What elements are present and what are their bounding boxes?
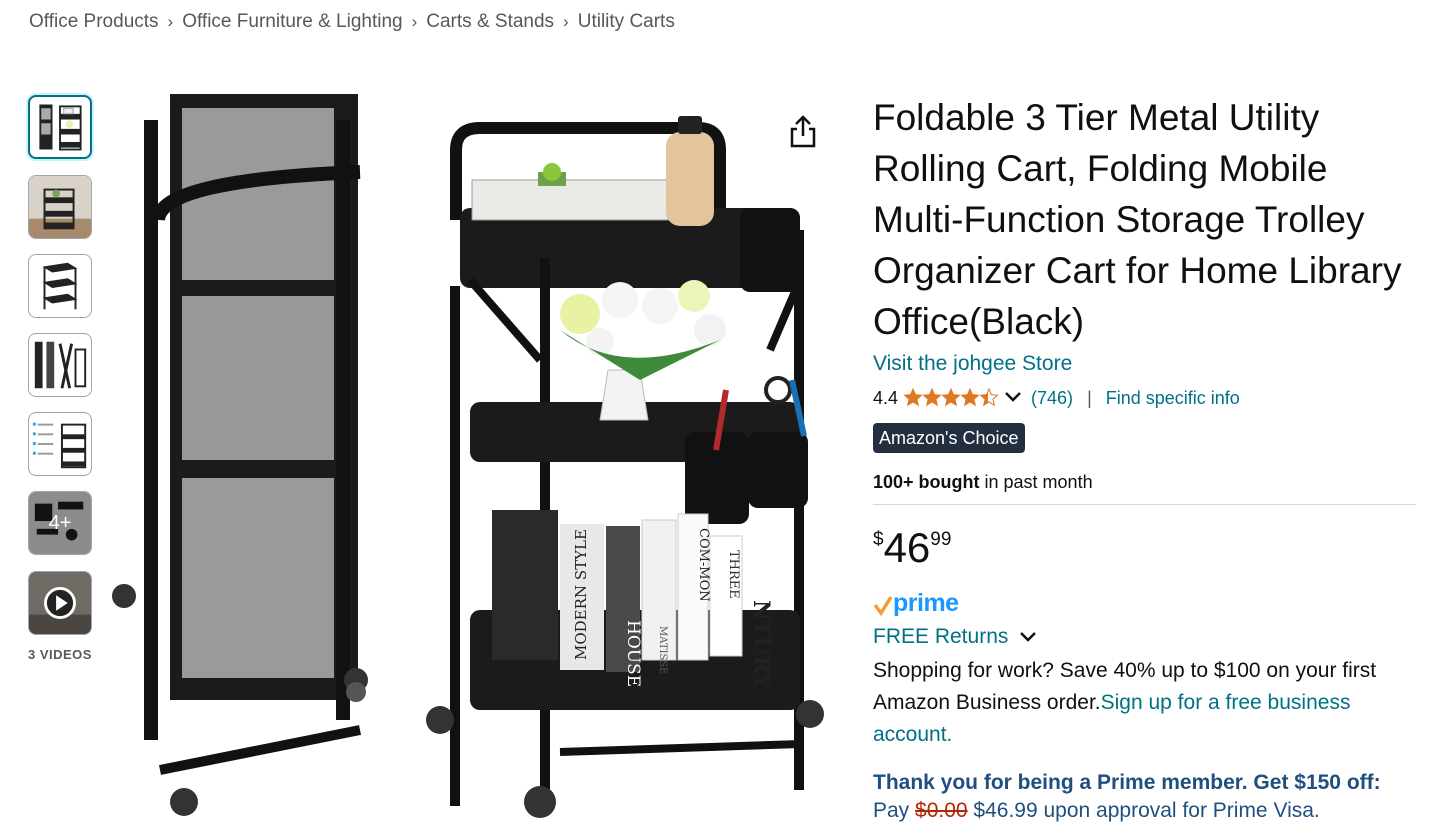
share-button[interactable]	[784, 112, 822, 152]
prime-visa-offer-detail: Pay $0.00 $46.99 upon approval for Prime…	[873, 797, 1418, 825]
chevron-down-icon	[1020, 632, 1037, 642]
find-specific-info-link[interactable]: Find specific info	[1106, 388, 1240, 409]
breadcrumb-office-furniture[interactable]: Office Furniture & Lighting	[182, 11, 402, 33]
chevron-down-icon[interactable]	[1003, 388, 1023, 409]
videos-count-label[interactable]: 3 VIDEOS	[28, 647, 92, 662]
rating-value: 4.4	[873, 387, 899, 408]
room-thumbnail-image	[29, 176, 91, 238]
bought-suffix: in past month	[979, 472, 1093, 492]
price: $4699	[873, 525, 1418, 571]
thumbnail-4[interactable]	[28, 333, 92, 397]
book-spine: MODERN STYLE	[572, 529, 590, 660]
cart-thumbnail-image	[39, 104, 82, 151]
book-spine: COM-MON	[696, 528, 711, 602]
prime-label: prime	[893, 589, 959, 617]
thumbnail-video[interactable]	[28, 571, 92, 635]
prime-badge[interactable]: prime	[873, 586, 1418, 616]
amazons-choice-badge[interactable]: Amazon's Choice	[873, 423, 1025, 453]
share-icon	[790, 115, 816, 148]
star-rating[interactable]	[904, 388, 1000, 408]
free-returns-label: FREE Returns	[873, 625, 1009, 648]
prime-visa-rest: $46.99 upon approval for Prime Visa.	[967, 799, 1320, 822]
product-info: Foldable 3 Tier Metal Utility Rolling Ca…	[873, 92, 1418, 825]
store-link[interactable]: Visit the johgee Store	[873, 349, 1418, 379]
folding-thumbnail-image	[34, 341, 87, 389]
thumbnail-3[interactable]	[28, 254, 92, 318]
play-icon	[29, 572, 91, 634]
book-spine: NTURY	[748, 600, 774, 689]
prime-check-icon	[873, 596, 893, 616]
product-image-carts: MODERN STYLE HOUSE MATISSE COM-MON THREE…	[112, 94, 824, 818]
thumbnail-2[interactable]	[28, 175, 92, 239]
price-fraction: 99	[930, 529, 952, 550]
breadcrumb-separator: ›	[563, 12, 569, 31]
divider: |	[1087, 387, 1092, 408]
bought-count: 100+ bought	[873, 472, 980, 492]
price-symbol: $	[873, 529, 884, 550]
breadcrumb-separator: ›	[167, 12, 174, 31]
thumbnail-1[interactable]	[28, 95, 92, 159]
bought-in-past-month: 100+ bought in past month	[873, 470, 1418, 494]
price-whole: 46	[883, 524, 931, 571]
thumbnail-5[interactable]	[28, 412, 92, 476]
free-returns[interactable]: FREE Returns	[873, 622, 1418, 652]
features-thumbnail-image	[32, 422, 87, 469]
star-icon	[904, 388, 999, 406]
cart-angle-thumbnail-image	[42, 262, 78, 310]
breadcrumb-separator: ›	[411, 12, 418, 31]
breadcrumb-carts-stands[interactable]: Carts & Stands	[426, 11, 554, 33]
prime-visa-strike-price: $0.00	[915, 799, 968, 822]
book-spine: THREE	[726, 550, 741, 599]
business-offer: Shopping for work? Save 40% up to $100 o…	[873, 655, 1418, 751]
more-images-overlay: 4+	[29, 492, 91, 554]
breadcrumb: Office Products › Office Furniture & Lig…	[29, 11, 675, 33]
book-spine: HOUSE	[623, 620, 643, 687]
prime-visa-pay: Pay	[873, 799, 916, 822]
thumbnail-more[interactable]: 4+	[28, 491, 92, 555]
product-title: Foldable 3 Tier Metal Utility Rolling Ca…	[873, 97, 1402, 342]
rating-row: 4.4 (746) | Find specific info	[873, 385, 1418, 411]
book-spine: MATISSE	[657, 626, 668, 674]
main-product-image[interactable]: MODERN STYLE HOUSE MATISSE COM-MON THREE…	[100, 80, 845, 832]
breadcrumb-utility-carts[interactable]: Utility Carts	[578, 11, 675, 33]
breadcrumb-office-products[interactable]: Office Products	[29, 11, 159, 33]
prime-visa-offer: Thank you for being a Prime member. Get …	[873, 771, 1381, 794]
divider-line	[873, 504, 1416, 505]
review-count-link[interactable]: (746)	[1031, 388, 1073, 409]
